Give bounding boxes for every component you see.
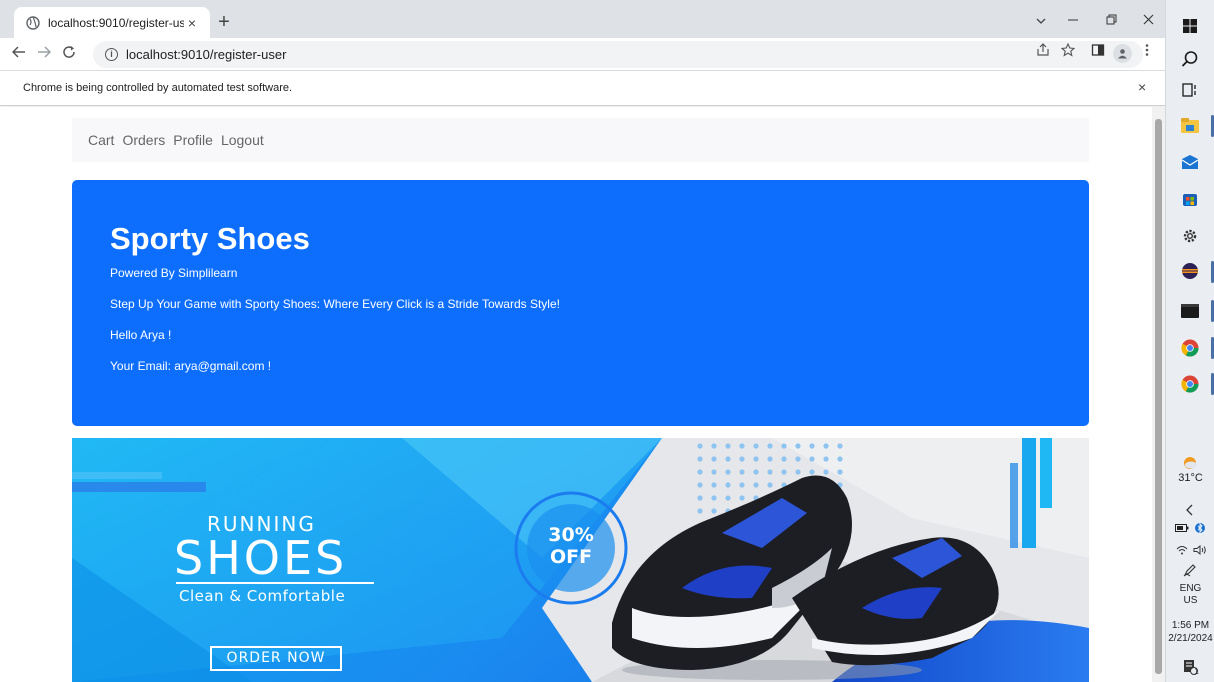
battery-icon[interactable]: [1174, 516, 1190, 540]
site-subtitle: Powered By Simplilearn: [110, 266, 238, 280]
discount-percent: 30%: [548, 524, 594, 546]
site-tagline: Step Up Your Game with Sporty Shoes: Whe…: [110, 297, 560, 311]
store-icon[interactable]: [1178, 187, 1202, 211]
banner-shoes-text: SHOES: [174, 531, 348, 585]
search-icon[interactable]: [1178, 47, 1202, 71]
page-scrollbar[interactable]: [1152, 107, 1165, 682]
browser-tab[interactable]: localhost:9010/register-user ×: [14, 7, 210, 38]
task-view-icon[interactable]: [1178, 78, 1202, 102]
tab-strip: localhost:9010/register-user × +: [0, 0, 1165, 38]
nav-link-cart[interactable]: Cart: [88, 132, 114, 148]
tab-title: localhost:9010/register-user: [48, 15, 184, 30]
profile-avatar-icon[interactable]: [1113, 44, 1132, 63]
close-window-icon[interactable]: [1133, 8, 1163, 32]
notification-count: 1: [1194, 667, 1199, 676]
scrollbar-thumb[interactable]: [1155, 119, 1162, 674]
address-bar[interactable]: i localhost:9010/register-user: [93, 41, 1143, 68]
welcome-jumbotron: Sporty Shoes Powered By Simplilearn Step…: [72, 180, 1089, 426]
running-shoes-banner: RUNNING SHOES Clean & Comfortable ORDER …: [72, 438, 1089, 682]
chrome-icon[interactable]: [1178, 336, 1202, 360]
tab-search-icon[interactable]: [1026, 8, 1056, 32]
discount-off: OFF: [549, 546, 593, 568]
info-icon[interactable]: i: [105, 48, 118, 61]
pen-icon[interactable]: [1178, 558, 1202, 582]
menu-kebab-icon[interactable]: [1138, 43, 1156, 61]
reload-icon[interactable]: [58, 44, 80, 66]
settings-gear-icon[interactable]: [1178, 224, 1202, 248]
minimize-icon[interactable]: [1058, 8, 1088, 32]
share-icon[interactable]: [1034, 43, 1052, 61]
clock-date[interactable]: 2/21/2024: [1166, 633, 1214, 645]
windows-taskbar: 31°C ENG US 1:56 PM 2/21/2024 1: [1165, 0, 1214, 682]
site-navbar: Cart Orders Profile Logout: [72, 118, 1089, 162]
infobar-message: Chrome is being controlled by automated …: [23, 82, 293, 94]
nav-link-profile[interactable]: Profile: [173, 132, 213, 148]
page-viewport: Cart Orders Profile Logout Sporty Shoes …: [0, 107, 1152, 682]
clock-time[interactable]: 1:56 PM: [1166, 620, 1214, 632]
nav-link-logout[interactable]: Logout: [221, 132, 264, 148]
file-explorer-icon[interactable]: [1178, 113, 1202, 137]
language-region[interactable]: US: [1166, 595, 1214, 607]
restore-icon[interactable]: [1096, 8, 1126, 32]
nav-link-orders[interactable]: Orders: [122, 132, 165, 148]
bookmark-star-icon[interactable]: [1059, 42, 1077, 61]
user-email: Your Email: arya@gmail.com !: [110, 359, 272, 373]
mail-icon[interactable]: [1178, 150, 1202, 174]
back-arrow-icon[interactable]: [8, 44, 30, 66]
address-url: localhost:9010/register-user: [126, 47, 287, 62]
windows-start-icon[interactable]: [1178, 14, 1202, 38]
forward-arrow-icon[interactable]: [33, 44, 55, 66]
banner-underline: [176, 582, 374, 584]
browser-toolbar: i localhost:9010/register-user: [0, 38, 1165, 71]
side-panel-icon[interactable]: [1089, 43, 1107, 61]
chrome-icon[interactable]: [1178, 372, 1202, 396]
infobar-close-icon[interactable]: ×: [1138, 79, 1146, 95]
user-greeting: Hello Arya !: [110, 328, 172, 342]
site-title: Sporty Shoes: [110, 221, 310, 256]
language-code[interactable]: ENG: [1166, 583, 1214, 595]
weather-temp: 31°C: [1178, 472, 1203, 484]
terminal-icon[interactable]: [1178, 299, 1202, 323]
order-now-button[interactable]: ORDER NOW: [210, 646, 342, 671]
eclipse-icon[interactable]: [1178, 259, 1202, 283]
bluetooth-icon[interactable]: [1192, 516, 1208, 540]
tab-close-icon[interactable]: ×: [184, 15, 200, 31]
globe-icon: [26, 15, 40, 30]
banner-tagline-text: Clean & Comfortable: [179, 587, 346, 605]
automation-infobar: Chrome is being controlled by automated …: [0, 71, 1165, 106]
weather-icon[interactable]: [1178, 450, 1202, 474]
new-tab-button[interactable]: +: [212, 11, 236, 35]
